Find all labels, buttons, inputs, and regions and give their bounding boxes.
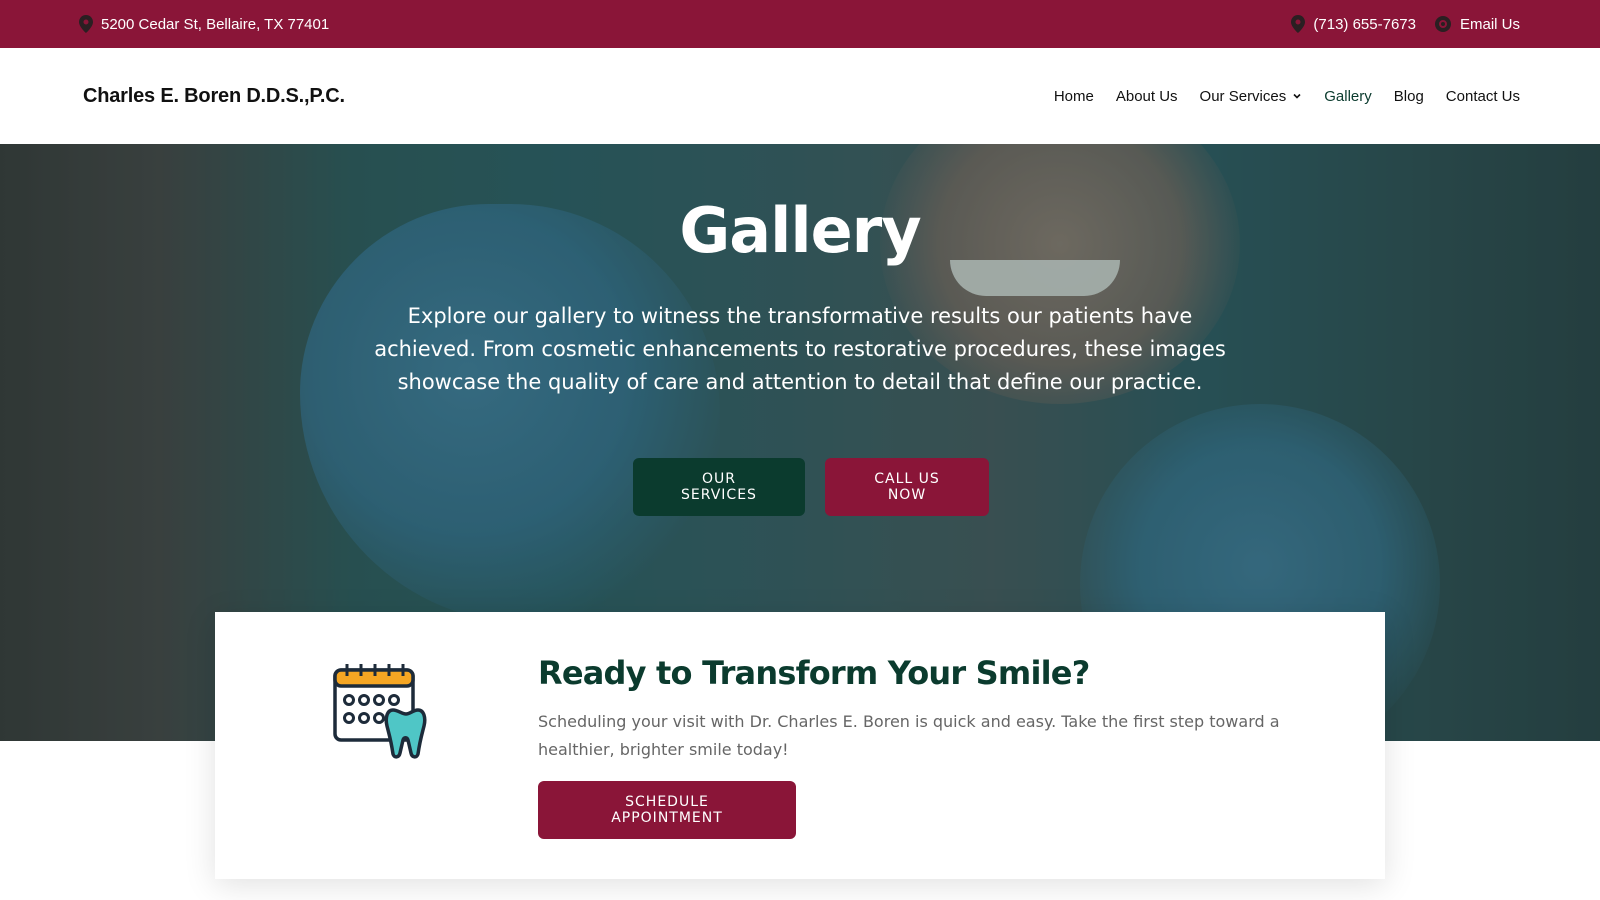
email-link[interactable]: Email Us [1434,15,1520,33]
nav-services-label: Our Services [1199,87,1287,105]
phone-link[interactable]: (713) 655-7673 [1291,15,1416,33]
address-item: 5200 Cedar St, Bellaire, TX 77401 [79,15,329,33]
location-pin-icon [1291,15,1306,33]
hero-buttons: OUR SERVICES CALL US NOW [0,458,1600,516]
site-logo[interactable]: Charles E. Boren D.D.S.,P.C. [83,48,345,144]
at-sign-icon [1434,16,1451,32]
schedule-appointment-button[interactable]: SCHEDULE APPOINTMENT [538,781,796,839]
address-text: 5200 Cedar St, Bellaire, TX 77401 [101,15,330,33]
site-header: Charles E. Boren D.D.S.,P.C. Home About … [0,48,1600,144]
contact-block: (713) 655-7673 Email Us [1291,0,1520,48]
nav-home[interactable]: Home [1054,88,1094,105]
location-pin-icon [79,15,93,33]
top-info-bar: 5200 Cedar St, Bellaire, TX 77401 (713) … [0,0,1600,48]
address-block: 5200 Cedar St, Bellaire, TX 77401 [79,0,329,48]
nav-contact[interactable]: Contact Us [1446,88,1520,105]
appointment-cta-card: Ready to Transform Your Smile? Schedulin… [215,612,1385,879]
call-us-now-button[interactable]: CALL US NOW [825,458,989,516]
email-text: Email Us [1459,15,1520,33]
nav-services[interactable]: Our Services [1200,88,1303,105]
nav-gallery[interactable]: Gallery [1324,88,1372,105]
hero-description: Explore our gallery to witness the trans… [374,304,1226,394]
nav-about[interactable]: About Us [1116,88,1178,105]
calendar-tooth-icon [333,664,427,759]
nav-blog[interactable]: Blog [1394,88,1424,105]
chevron-down-icon [1293,93,1301,99]
our-services-button[interactable]: OUR SERVICES [633,458,805,516]
cta-title: Ready to Transform Your Smile? [538,654,1090,692]
cta-description: Scheduling your visit with Dr. Charles E… [538,712,1280,759]
main-nav: Home About Us Our Services Gallery Blog … [1054,48,1520,144]
phone-text: (713) 655-7673 [1313,15,1416,33]
page-title: Gallery [679,194,921,267]
